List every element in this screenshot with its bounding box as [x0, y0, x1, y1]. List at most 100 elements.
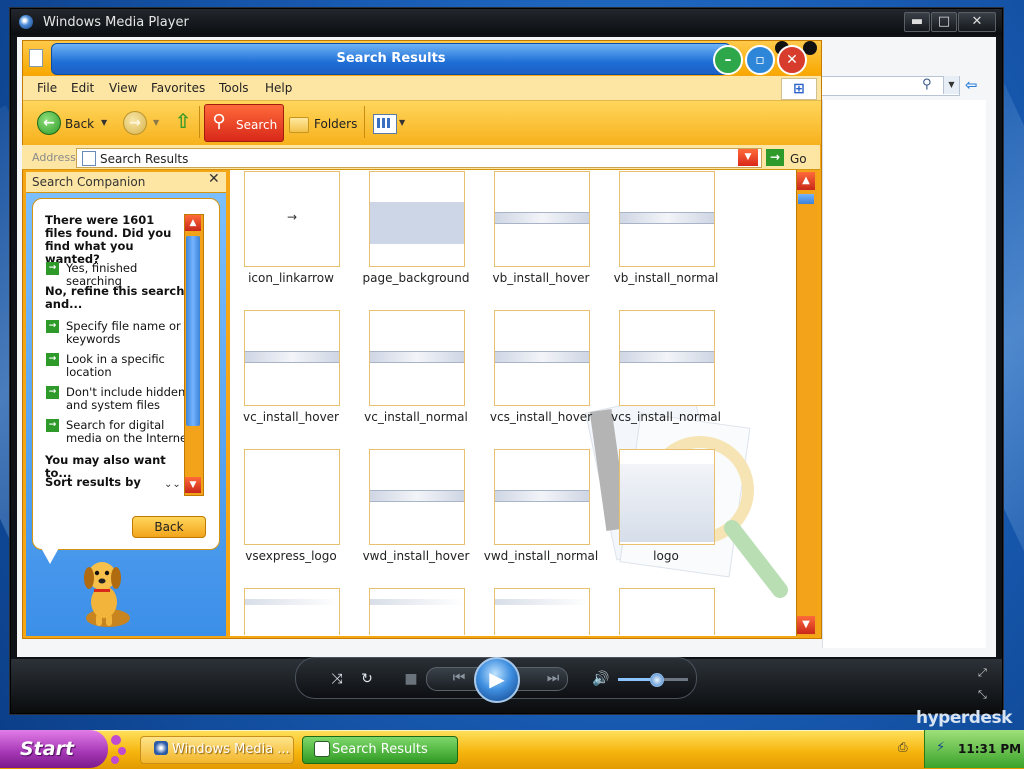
- menu-edit[interactable]: Edit: [71, 81, 94, 95]
- file-name-label[interactable]: vsexpress_logo: [226, 549, 356, 563]
- file-name-label[interactable]: vwd_install_hover: [351, 549, 481, 563]
- install-banner-preview: [620, 351, 714, 363]
- folders-icon[interactable]: [289, 117, 309, 133]
- chevron-down-icon[interactable]: ▼: [738, 149, 758, 166]
- file-name-label[interactable]: logo: [601, 549, 731, 563]
- network-icon[interactable]: ⚡: [936, 740, 950, 756]
- companion-scroll-thumb[interactable]: [186, 236, 200, 426]
- file-thumbnail[interactable]: [494, 171, 590, 267]
- file-name-label[interactable]: vwd_install_normal: [476, 549, 606, 563]
- file-name-label[interactable]: vb_install_hover: [476, 271, 606, 285]
- shuffle-icon[interactable]: ⤨: [326, 668, 348, 690]
- file-thumbnail[interactable]: →: [244, 171, 340, 267]
- chevron-double-down-icon[interactable]: ⌄⌄: [164, 479, 181, 490]
- volume-slider-knob[interactable]: [650, 673, 664, 687]
- chevron-down-icon[interactable]: ▼: [399, 118, 405, 127]
- previous-icon[interactable]: ⏮: [446, 667, 472, 689]
- scroll-down-icon[interactable]: ▼: [797, 616, 815, 634]
- header-preview: [495, 599, 589, 605]
- menu-favorites[interactable]: Favorites: [151, 81, 205, 95]
- explorer-maximize-button[interactable]: ▫: [745, 45, 775, 75]
- install-banner-preview: [370, 351, 464, 363]
- explorer-window-title: Search Results: [336, 51, 446, 66]
- chevron-down-icon[interactable]: ▼: [153, 118, 159, 127]
- file-scroll-thumb[interactable]: [798, 194, 814, 204]
- file-thumbnail[interactable]: [494, 310, 590, 406]
- folders-button-label[interactable]: Folders: [314, 117, 357, 131]
- scroll-up-icon[interactable]: ▲: [185, 215, 201, 231]
- file-thumbnail[interactable]: [244, 310, 340, 406]
- close-icon[interactable]: ✕: [208, 171, 220, 187]
- stop-icon[interactable]: ■: [400, 668, 422, 690]
- file-thumbnail[interactable]: [369, 171, 465, 267]
- scroll-down-icon[interactable]: ▼: [185, 477, 201, 493]
- file-name-label[interactable]: vcs_install_normal: [601, 410, 731, 424]
- explorer-titlebar[interactable]: Search Results – ▫ ✕: [23, 41, 821, 75]
- search-dog-icon[interactable]: [74, 558, 138, 630]
- full-mode-icon[interactable]: ⤢: [978, 666, 987, 680]
- refine-option-location[interactable]: Look in a specific location: [66, 353, 192, 379]
- sort-results-link[interactable]: Sort results by category: [45, 476, 165, 490]
- chevron-down-icon[interactable]: ▼: [101, 118, 107, 127]
- compact-mode-icon[interactable]: ⤡: [978, 688, 987, 702]
- taskbar-item-wmp-label[interactable]: Windows Media ...: [172, 742, 290, 757]
- search-icon[interactable]: ⚲: [208, 111, 230, 133]
- file-thumbnail[interactable]: [369, 588, 465, 635]
- back-arrow-icon[interactable]: ←: [37, 111, 61, 135]
- scroll-up-icon[interactable]: ▲: [797, 172, 815, 190]
- taskbar-item-search-label[interactable]: Search Results: [332, 742, 428, 757]
- wmp-maximize-button[interactable]: □: [931, 12, 957, 32]
- play-button[interactable]: ▶: [474, 657, 520, 703]
- file-thumbnail[interactable]: [494, 449, 590, 545]
- refine-option-hidden[interactable]: Don't include hidden and system files: [66, 386, 192, 412]
- file-name-label[interactable]: vb_install_normal: [601, 271, 731, 285]
- go-button[interactable]: Go: [790, 152, 807, 166]
- printer-icon[interactable]: ⎙: [898, 740, 912, 754]
- file-list-scrollbar[interactable]: [796, 170, 817, 636]
- toolbar-separator: [199, 106, 200, 138]
- menu-view[interactable]: View: [109, 81, 137, 95]
- file-thumbnail[interactable]: [619, 171, 715, 267]
- companion-back-button[interactable]: Back: [132, 516, 206, 538]
- forward-arrow-icon[interactable]: →: [123, 111, 147, 135]
- repeat-icon[interactable]: ↻: [356, 668, 378, 690]
- menu-file[interactable]: File: [37, 81, 57, 95]
- go-arrow-icon[interactable]: →: [766, 149, 784, 166]
- menu-bar: File Edit View Favorites Tools Help ⊞: [23, 76, 821, 101]
- menu-tools[interactable]: Tools: [219, 81, 249, 95]
- file-thumbnail[interactable]: [369, 310, 465, 406]
- link-arrow-icon: →: [287, 210, 298, 224]
- file-name-label[interactable]: vc_install_hover: [226, 410, 356, 424]
- back-arrow-icon[interactable]: ⇦: [965, 76, 985, 94]
- wmp-minimize-button[interactable]: ▬: [904, 12, 930, 32]
- volume-icon[interactable]: 🔊: [590, 668, 612, 690]
- back-button-label[interactable]: Back: [65, 117, 94, 131]
- search-icon[interactable]: ⚲: [922, 76, 938, 94]
- file-name-label[interactable]: vcs_install_hover: [476, 410, 606, 424]
- file-name-label[interactable]: vc_install_normal: [351, 410, 481, 424]
- file-name-label[interactable]: page_background: [351, 271, 481, 285]
- file-thumbnail[interactable]: [369, 449, 465, 545]
- wmp-close-button[interactable]: ✕: [958, 12, 996, 32]
- folder-up-icon[interactable]: ⇧: [172, 110, 194, 132]
- next-icon[interactable]: ⏭: [540, 667, 566, 689]
- refine-option-filename[interactable]: Specify file name or keywords: [66, 320, 192, 346]
- file-thumbnail[interactable]: [244, 588, 340, 635]
- file-thumbnail[interactable]: [244, 449, 340, 545]
- wmp-titlebar[interactable]: Windows Media Player ▬ □ ✕: [11, 9, 1002, 35]
- file-thumbnail[interactable]: [619, 588, 715, 635]
- menu-help[interactable]: Help: [265, 81, 292, 95]
- refine-option-digital-media[interactable]: Search for digital media on the Internet: [66, 419, 192, 445]
- search-button-label[interactable]: Search: [236, 118, 277, 132]
- clock[interactable]: 11:31 PM: [958, 742, 1021, 756]
- file-thumbnail[interactable]: [619, 449, 715, 545]
- start-button-label[interactable]: Start: [20, 738, 74, 760]
- start-bubbles-icon: [111, 735, 126, 764]
- explorer-title-panel: Search Results: [51, 43, 731, 75]
- file-thumbnail[interactable]: [619, 310, 715, 406]
- explorer-close-button[interactable]: ✕: [777, 45, 807, 75]
- file-name-label[interactable]: icon_linkarrow: [226, 271, 356, 285]
- explorer-minimize-button[interactable]: –: [713, 45, 743, 75]
- chevron-down-icon[interactable]: ▼: [943, 76, 959, 94]
- file-thumbnail[interactable]: [494, 588, 590, 635]
